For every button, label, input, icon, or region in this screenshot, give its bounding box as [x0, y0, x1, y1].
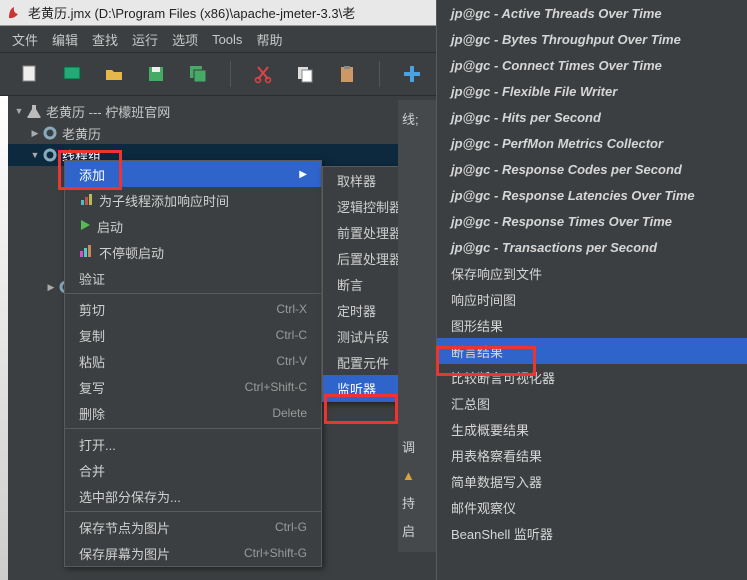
- ctx-copy[interactable]: 复制Ctrl-C: [65, 322, 321, 348]
- copy-icon[interactable]: [293, 62, 317, 86]
- paste-icon[interactable]: [335, 62, 359, 86]
- listener-item[interactable]: jp@gc - Connect Times Over Time: [437, 52, 747, 78]
- menu-options[interactable]: 选项: [172, 30, 198, 49]
- menu-find[interactable]: 查找: [92, 30, 118, 49]
- listener-assertion-results[interactable]: 断言结果: [437, 338, 747, 364]
- chart-icon: [79, 192, 93, 209]
- ctx-nostop-start[interactable]: 不停顿启动: [65, 239, 321, 265]
- divider: [65, 428, 321, 429]
- submenu-arrow-icon: ▶: [299, 169, 307, 180]
- separator-icon: [230, 61, 231, 87]
- expand-icon[interactable]: ▼: [14, 106, 24, 116]
- submenu-listener: jp@gc - Active Threads Over Time jp@gc -…: [436, 0, 747, 580]
- chart-icon: [79, 244, 93, 261]
- listener-item[interactable]: jp@gc - Response Codes per Second: [437, 156, 747, 182]
- gear-icon: [42, 125, 58, 141]
- left-gutter: [0, 96, 8, 580]
- menu-help[interactable]: 帮助: [256, 30, 282, 49]
- listener-item[interactable]: 用表格察看结果: [437, 442, 747, 468]
- save-icon[interactable]: [144, 62, 168, 86]
- tree-label: 老黄历: [62, 124, 101, 143]
- menu-file[interactable]: 文件: [12, 30, 38, 49]
- app-icon: [6, 5, 22, 21]
- gear-icon: [42, 147, 58, 163]
- ctx-open[interactable]: 打开...: [65, 431, 321, 457]
- menu-edit[interactable]: 编辑: [52, 30, 78, 49]
- collapse-icon[interactable]: ▶: [46, 282, 56, 293]
- menu-tools[interactable]: Tools: [212, 32, 242, 47]
- ctx-add[interactable]: 添加▶: [65, 161, 321, 187]
- window-title: 老黄历.jmx (D:\Program Files (x86)\apache-j…: [28, 3, 355, 22]
- divider: [65, 293, 321, 294]
- ctx-save-node-img[interactable]: 保存节点为图片Ctrl-G: [65, 514, 321, 540]
- ctx-save-screen-img[interactable]: 保存屏幕为图片Ctrl+Shift-G: [65, 540, 321, 566]
- flask-icon: [26, 103, 42, 119]
- listener-item[interactable]: jp@gc - PerfMon Metrics Collector: [437, 130, 747, 156]
- ctx-delete[interactable]: 删除Delete: [65, 400, 321, 426]
- ctx-merge[interactable]: 合并: [65, 457, 321, 483]
- listener-item[interactable]: 比较断言可视化器: [437, 364, 747, 390]
- ctx-start[interactable]: 启动: [65, 213, 321, 239]
- cut-icon[interactable]: [251, 62, 275, 86]
- menu-run[interactable]: 运行: [132, 30, 158, 49]
- open-icon[interactable]: [102, 62, 126, 86]
- plus-icon[interactable]: [400, 62, 424, 86]
- ctx-paste[interactable]: 粘贴Ctrl-V: [65, 348, 321, 374]
- listener-item[interactable]: 邮件观察仪: [437, 494, 747, 520]
- ctx-save-selection[interactable]: 选中部分保存为...: [65, 483, 321, 509]
- listener-item[interactable]: jp@gc - Hits per Second: [437, 104, 747, 130]
- expand-icon[interactable]: ▼: [30, 150, 40, 160]
- listener-item[interactable]: jp@gc - Response Latencies Over Time: [437, 182, 747, 208]
- listener-item[interactable]: 响应时间图: [437, 286, 747, 312]
- collapse-icon[interactable]: ▶: [30, 128, 40, 139]
- listener-item[interactable]: jp@gc - Response Times Over Time: [437, 208, 747, 234]
- separator-icon: [379, 61, 380, 87]
- warning-icon: ▲: [402, 468, 415, 483]
- ctx-validate[interactable]: 验证: [65, 265, 321, 291]
- context-menu: 添加▶ 为子线程添加响应时间 启动 不停顿启动 验证 剪切Ctrl-X 复制Ct…: [64, 160, 322, 567]
- right-panel-fragment: 线; 调 ▲ 持 启: [398, 100, 438, 552]
- play-icon: [79, 219, 91, 234]
- listener-item[interactable]: 汇总图: [437, 390, 747, 416]
- listener-item[interactable]: 简单数据写入器: [437, 468, 747, 494]
- listener-item[interactable]: jp@gc - Bytes Throughput Over Time: [437, 26, 747, 52]
- listener-item[interactable]: 生成概要结果: [437, 416, 747, 442]
- listener-item[interactable]: 图形结果: [437, 312, 747, 338]
- listener-item[interactable]: 保存响应到文件: [437, 260, 747, 286]
- save-all-icon[interactable]: [186, 62, 210, 86]
- listener-item[interactable]: jp@gc - Active Threads Over Time: [437, 0, 747, 26]
- new-icon[interactable]: [18, 62, 42, 86]
- templates-icon[interactable]: [60, 62, 84, 86]
- ctx-cut[interactable]: 剪切Ctrl-X: [65, 296, 321, 322]
- tree-label: 老黄历 --- 柠檬班官网: [46, 102, 170, 121]
- listener-item[interactable]: jp@gc - Transactions per Second: [437, 234, 747, 260]
- listener-item[interactable]: BeanShell 监听器: [437, 520, 747, 546]
- listener-item[interactable]: jp@gc - Flexible File Writer: [437, 78, 747, 104]
- ctx-duplicate[interactable]: 复写Ctrl+Shift-C: [65, 374, 321, 400]
- divider: [65, 511, 321, 512]
- ctx-child-time[interactable]: 为子线程添加响应时间: [65, 187, 321, 213]
